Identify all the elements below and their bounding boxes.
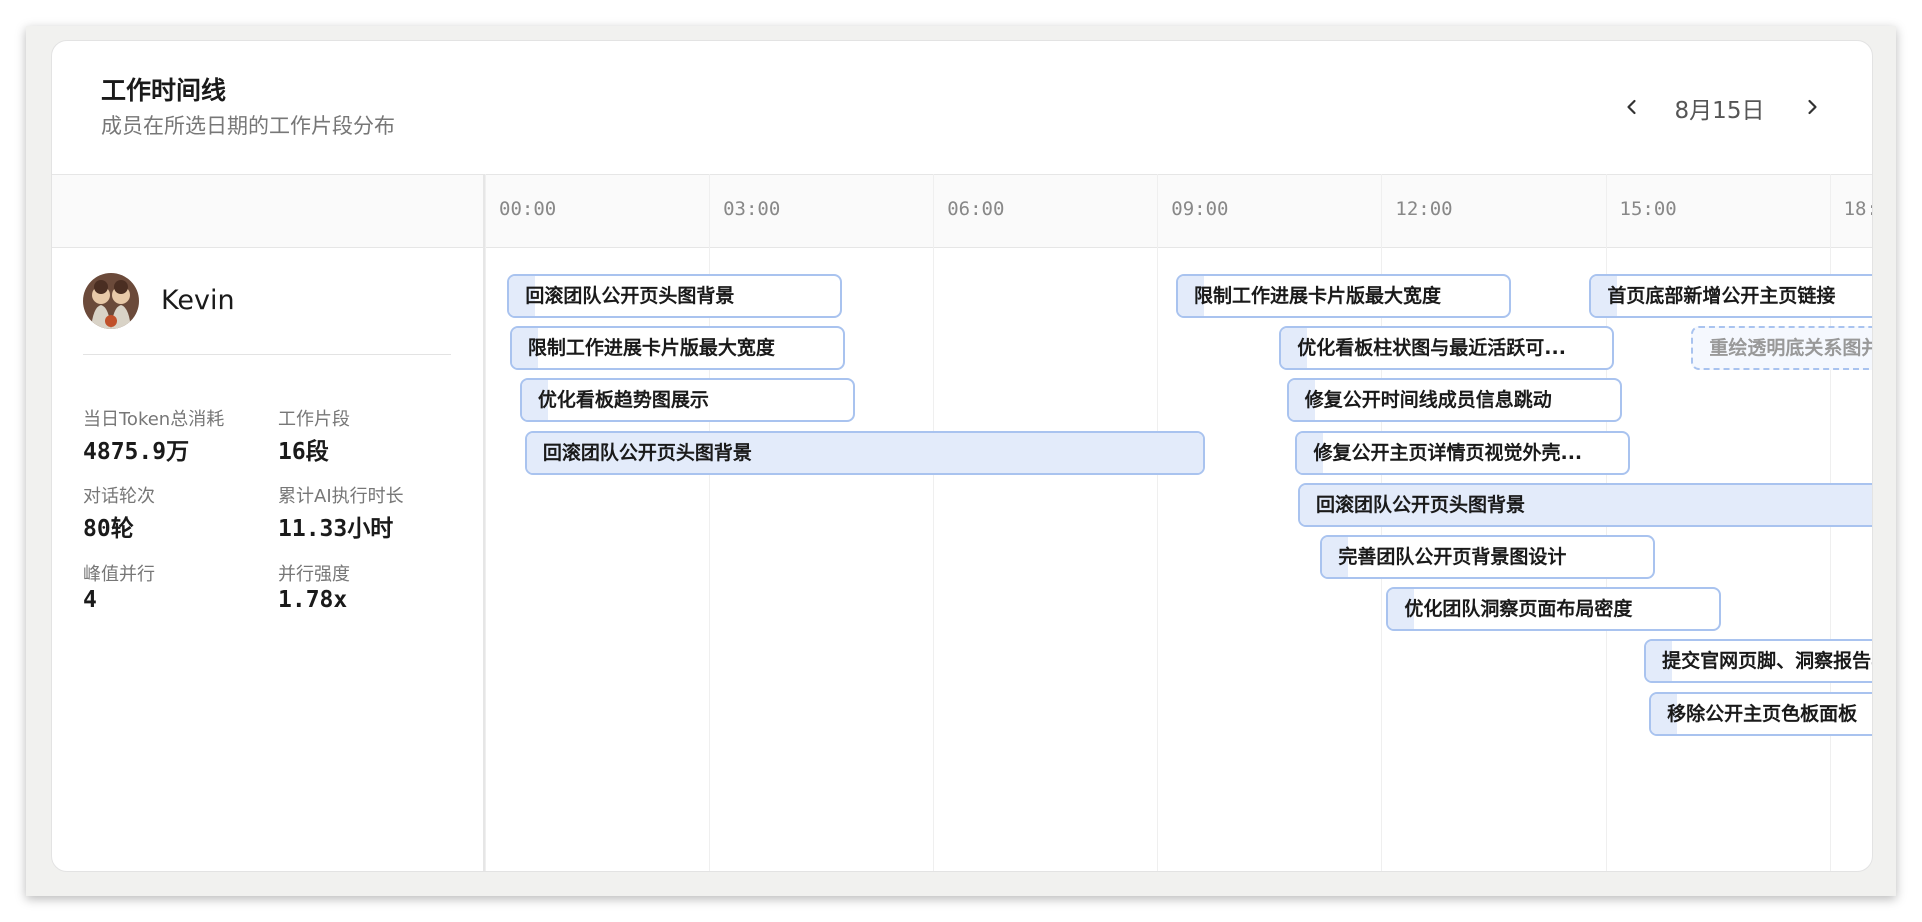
segment-label: 优化团队洞察页面布局密度 (1404, 598, 1633, 621)
stat-label-ai-duration: 累计AI执行时长 (278, 486, 404, 507)
time-tick-label: 15:00 (1619, 198, 1677, 220)
segment-label: 重绘透明底关系图并核验 (1709, 337, 1872, 360)
time-tick-label: 18:00 (1843, 198, 1872, 220)
work-segment[interactable]: 修复公开主页详情页视觉外壳... (1295, 430, 1631, 475)
segment-label: 限制工作进展卡片版最大宽度 (1193, 285, 1441, 307)
page-subtitle: 成员在所选日期的工作片段分布 (101, 114, 395, 138)
chevron-right-icon (1808, 99, 1817, 115)
segment-label: 回滚团队公开页头图背景 (525, 285, 735, 307)
work-segment[interactable]: 完善团队公开页背景图设计 (1320, 535, 1656, 579)
segment-label: 优化看板柱状图与最近活跃可... (1297, 337, 1566, 360)
stat-label-token: 当日Token总消耗 (83, 409, 225, 430)
work-segment[interactable]: 提交官网页脚、洞察报告与会... (1644, 639, 1872, 684)
segment-label: 修复公开主页详情页视觉外壳... (1313, 441, 1583, 464)
stat-value-token: 4875.9万 (83, 439, 190, 465)
work-segment[interactable]: 优化看板柱状图与最近活跃可... (1279, 326, 1615, 371)
stat-value-peak-parallel: 4 (83, 587, 97, 613)
segment-label: 完善团队公开页背景图设计 (1338, 546, 1567, 568)
time-tick-label: 12:00 (1395, 198, 1453, 220)
time-tick-label: 03:00 (723, 198, 781, 220)
segment-label: 回滚团队公开页头图背景 (1315, 493, 1525, 516)
work-segment[interactable]: 重绘透明底关系图并核验 (1691, 326, 1872, 371)
timeline-card: 工作时间线 成员在所选日期的工作片段分布 8月15日 00:00 03:00 06:… (51, 40, 1873, 872)
stat-value-ai-duration: 11.33小时 (278, 516, 394, 542)
stat-label-peak-parallel: 峰值并行 (83, 564, 155, 585)
segment-label: 回滚团队公开页头图背景 (542, 441, 752, 464)
chevron-left-icon (1627, 99, 1636, 115)
segment-label: 提交官网页脚、洞察报告与会... (1662, 650, 1872, 673)
page-title: 工作时间线 (101, 76, 227, 105)
stat-label-parallel-intensity: 并行强度 (278, 564, 350, 585)
work-segment[interactable]: 限制工作进展卡片版最大宽度 (509, 326, 845, 371)
work-segment[interactable]: 优化看板趋势图展示 (519, 378, 855, 423)
next-date-button[interactable] (1792, 87, 1832, 127)
stat-label-rounds: 对话轮次 (83, 486, 155, 507)
member-divider (83, 354, 451, 355)
stat-label-segments: 工作片段 (278, 409, 350, 430)
work-segment[interactable]: 回滚团队公开页头图背景 (524, 430, 1205, 475)
stat-value-rounds: 80轮 (83, 516, 134, 542)
time-tick-label: 00:00 (499, 198, 557, 220)
stat-value-segments: 16段 (278, 439, 329, 465)
work-segment[interactable]: 回滚团队公开页头图背景 (1297, 482, 1872, 527)
time-tick-label: 09:00 (1171, 198, 1229, 220)
current-date: 8月15日 (1674, 98, 1765, 124)
work-segment[interactable]: 限制工作进展卡片版最大宽度 (1175, 274, 1511, 318)
work-segment[interactable]: 修复公开时间线成员信息跳动 (1286, 378, 1622, 423)
app-window: 工作时间线 成员在所选日期的工作片段分布 8月15日 00:00 03:00 06:… (26, 26, 1896, 896)
work-segment[interactable]: 首页底部新增公开主页链接 (1589, 274, 1872, 318)
segment-label: 移除公开主页色板面板 (1667, 702, 1858, 725)
member-name: Kevin (161, 285, 235, 316)
segment-label: 优化看板趋势图展示 (537, 389, 709, 412)
work-segment[interactable]: 优化团队洞察页面布局密度 (1386, 587, 1722, 632)
stat-value-parallel-intensity: 1.78x (278, 587, 348, 613)
segment-lane: 回滚团队公开页头图背景 限制工作进展卡片版最大宽度 优化看板趋势图展示 回滚团队公开页… (485, 246, 1872, 871)
avatar (83, 273, 139, 329)
time-tick-label: 06:00 (947, 198, 1005, 220)
prev-date-button[interactable] (1612, 87, 1652, 127)
segment-label: 修复公开时间线成员信息跳动 (1304, 389, 1552, 412)
segment-label: 限制工作进展卡片版最大宽度 (527, 337, 775, 360)
work-segment[interactable]: 移除公开主页色板面板 (1649, 691, 1872, 736)
work-segment[interactable]: 回滚团队公开页头图背景 (507, 274, 843, 318)
segment-label: 首页底部新增公开主页链接 (1607, 285, 1836, 307)
